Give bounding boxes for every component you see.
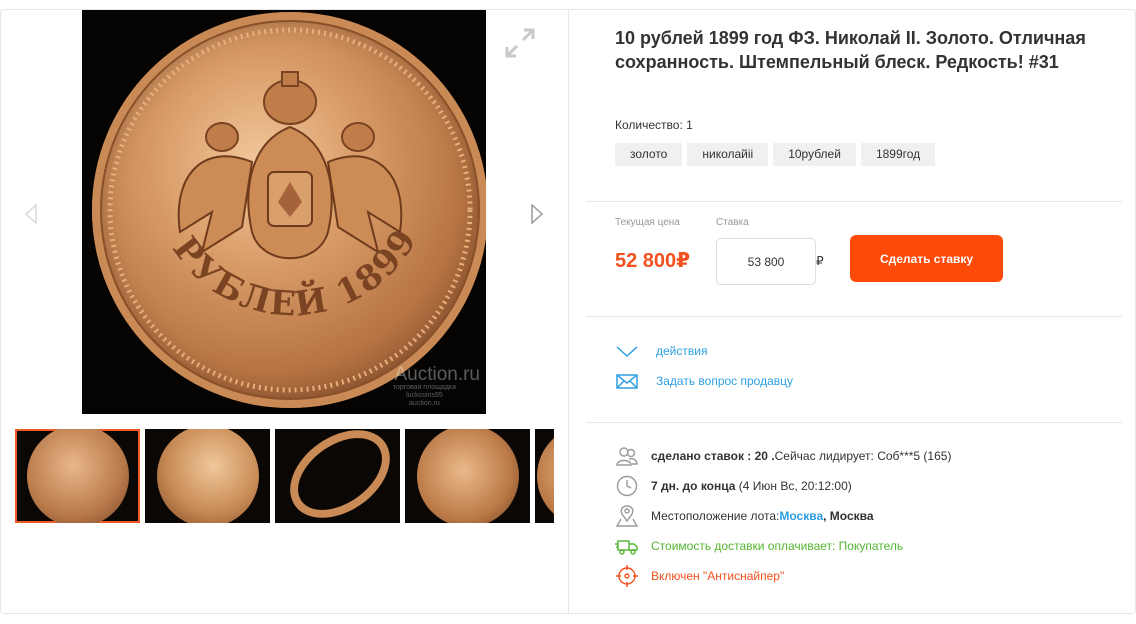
location-region-link[interactable]: Москва <box>779 509 823 523</box>
truck-icon <box>615 534 639 558</box>
bid-label: Ставка <box>716 217 749 228</box>
lot-title: 10 рублей 1899 год ФЗ. Николай II. Золот… <box>615 28 1086 72</box>
shipping-text: Стоимость доставки оплачивает: Покупател… <box>651 539 904 553</box>
thumbnail-4[interactable] <box>405 429 530 523</box>
envelope-icon <box>615 372 639 390</box>
chevron-down-icon <box>615 342 639 360</box>
time-info: 7 дн. до конца (4 Июн Вс, 20:12:00) <box>615 474 852 498</box>
current-price-label: Текущая цена <box>615 217 680 228</box>
currency-sign: ₽ <box>816 254 824 268</box>
chevron-left-icon[interactable] <box>21 202 41 226</box>
tag[interactable]: 1899год <box>860 143 936 166</box>
thumbnail-1[interactable] <box>15 429 140 523</box>
divider <box>586 201 1122 202</box>
thumbnail-5[interactable] <box>535 429 554 523</box>
watermark-caption: торговая площадка luckcoins95 auction.ru <box>392 384 456 407</box>
bids-count: сделано ставок : 20 . <box>651 449 775 463</box>
thumbnail-3[interactable] <box>275 429 400 523</box>
shipping-info: Стоимость доставки оплачивает: Покупател… <box>615 534 903 558</box>
thumbnail-strip <box>15 429 554 523</box>
thumbnail-2[interactable] <box>145 429 270 523</box>
watermark: Auction.ru <box>394 364 480 385</box>
coin-image: 10 РУБЛЕЙ 1899 Г. <box>92 12 486 408</box>
chevron-right-icon[interactable] <box>527 202 547 226</box>
place-bid-button[interactable]: Сделать ставку <box>850 235 1003 282</box>
end-date: (4 Июн Вс, 20:12:00) <box>738 479 852 493</box>
ask-seller-label: Задать вопрос продавцу <box>656 374 794 388</box>
antisniper-info: Включен "Антиснайпер" <box>615 564 784 588</box>
antisniper-text: Включен "Антиснайпер" <box>651 569 785 583</box>
location-pin-icon <box>615 504 639 528</box>
users-icon <box>615 444 639 468</box>
divider <box>586 422 1122 423</box>
expand-icon[interactable] <box>503 26 537 60</box>
location-label: Местоположение лота: <box>651 509 780 523</box>
clock-icon <box>615 474 639 498</box>
divider <box>586 316 1122 317</box>
crosshair-icon <box>615 564 639 588</box>
ask-seller-link[interactable]: Задать вопрос продавцу <box>615 372 793 390</box>
actions-label: действия <box>656 344 708 358</box>
quantity: Количество: 1 <box>615 118 693 132</box>
main-photo[interactable]: 10 РУБЛЕЙ 1899 Г. Auction.ru торговая пл… <box>82 10 486 414</box>
location-city: , Москва <box>823 509 874 523</box>
bid-input[interactable] <box>716 238 816 285</box>
lot-info: 10 рублей 1899 год ФЗ. Николай II. Золот… <box>570 10 1136 613</box>
time-left: 7 дн. до конца <box>651 479 736 493</box>
lot-card: 10 РУБЛЕЙ 1899 Г. Auction.ru торговая пл… <box>0 9 1136 614</box>
photo-gallery: 10 РУБЛЕЙ 1899 Г. Auction.ru торговая пл… <box>1 10 569 613</box>
actions-link[interactable]: действия <box>615 342 707 360</box>
location-info: Местоположение лота:Москва, Москва <box>615 504 874 528</box>
tag-list: золото николайii 10рублей 1899год <box>615 143 936 166</box>
bids-info: сделано ставок : 20 .Сейчас лидирует: Со… <box>615 444 951 468</box>
tag[interactable]: 10рублей <box>773 143 856 166</box>
tag[interactable]: золото <box>615 143 683 166</box>
current-price: 52 800₽ <box>615 250 691 272</box>
leader: Сейчас лидирует: Соб***5 (165) <box>774 449 952 463</box>
tag[interactable]: николайii <box>687 143 769 166</box>
